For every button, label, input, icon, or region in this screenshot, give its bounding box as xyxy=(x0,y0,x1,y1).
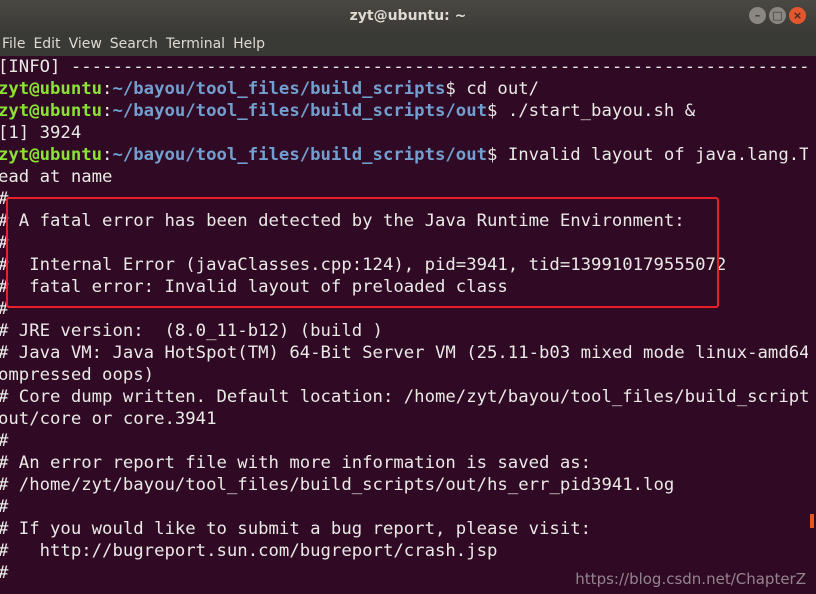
menu-search[interactable]: Search xyxy=(108,32,164,56)
output-text: # xyxy=(0,563,8,583)
terminal-line: zyt@ubuntu:~/bayou/tool_files/build_scri… xyxy=(0,144,808,166)
watermark: https://blog.csdn.net/ChapterZ xyxy=(575,570,806,588)
output-text: # An error report file with more informa… xyxy=(0,453,592,473)
output-text: # JRE version: (8.0_11-b12) (build ) xyxy=(0,321,383,341)
prompt-path: ~/bayou/tool_files/build_scripts/out xyxy=(112,101,488,121)
prompt-path: ~/bayou/tool_files/build_scripts/out xyxy=(112,145,488,165)
menu-file[interactable]: File xyxy=(0,32,31,56)
output-text: # If you would like to submit a bug repo… xyxy=(0,519,592,539)
terminal-line: # Java VM: Java HotSpot(TM) 64-Bit Serve… xyxy=(0,342,808,364)
minimize-icon[interactable]: – xyxy=(749,7,766,24)
close-icon[interactable]: × xyxy=(789,7,806,24)
output-text: # xyxy=(0,431,8,451)
window-title: zyt@ubuntu: ~ xyxy=(349,8,467,24)
error-highlight-box xyxy=(6,197,719,308)
prompt-path: ~/bayou/tool_files/build_scripts xyxy=(112,79,446,99)
terminal-line: # If you would like to submit a bug repo… xyxy=(0,518,808,540)
terminal-line: # /home/zyt/bayou/tool_files/build_scrip… xyxy=(0,474,808,496)
terminal-line: zyt@ubuntu:~/bayou/tool_files/build_scri… xyxy=(0,79,540,99)
output-text: # http://bugreport.sun.com/bugreport/cra… xyxy=(0,541,498,561)
terminal-line: # An error report file with more informa… xyxy=(0,452,808,474)
terminal-line: # xyxy=(0,496,808,518)
terminal-line: ead at name xyxy=(0,166,808,188)
menu-edit[interactable]: Edit xyxy=(31,32,66,56)
terminal-line: [1] 3924 xyxy=(0,122,808,144)
scrollbar[interactable] xyxy=(808,56,814,594)
maximize-icon[interactable]: □ xyxy=(769,7,786,24)
output-text: out/core or core.3941 xyxy=(0,409,217,429)
scroll-thumb[interactable] xyxy=(810,514,814,528)
output-text: ompressed oops) xyxy=(0,365,155,385)
output-text: [1] 3924 xyxy=(0,123,82,143)
window-controls: – □ × xyxy=(749,7,806,24)
output-text: # Core dump written. Default location: /… xyxy=(0,387,808,407)
menu-help[interactable]: Help xyxy=(231,32,271,56)
output-text: # Java VM: Java HotSpot(TM) 64-Bit Serve… xyxy=(0,343,808,363)
command-text: $ cd out/ xyxy=(445,79,540,99)
terminal-line: out/core or core.3941 xyxy=(0,408,808,430)
terminal-line: zyt@ubuntu:~/bayou/tool_files/build_scri… xyxy=(0,101,696,121)
menu-view[interactable]: View xyxy=(67,32,108,56)
prompt-user: zyt@ubuntu xyxy=(0,145,103,165)
command-text: $ Invalid layout of java.lang.Thr xyxy=(487,145,808,165)
terminal-line: # Core dump written. Default location: /… xyxy=(0,386,808,408)
terminal-line: # xyxy=(0,430,808,452)
menu-bar: File Edit View Search Terminal Help xyxy=(0,32,816,56)
terminal-line: ompressed oops) xyxy=(0,364,808,386)
window-titlebar[interactable]: zyt@ubuntu: ~ – □ × xyxy=(0,0,816,32)
prompt-user: zyt@ubuntu xyxy=(0,79,103,99)
output-text: # /home/zyt/bayou/tool_files/build_scrip… xyxy=(0,475,675,495)
terminal-line: [INFO] ---------------------------------… xyxy=(0,56,808,78)
output-text: # xyxy=(0,497,8,517)
prompt-user: zyt@ubuntu xyxy=(0,101,103,121)
terminal-output[interactable]: [INFO] ---------------------------------… xyxy=(0,56,808,594)
command-text: $ ./start_bayou.sh & xyxy=(487,101,696,121)
menu-terminal[interactable]: Terminal xyxy=(164,32,231,56)
terminal-line: # JRE version: (8.0_11-b12) (build ) xyxy=(0,320,808,342)
output-text: [INFO] ---------------------------------… xyxy=(0,57,808,77)
output-text: ead at name xyxy=(0,167,113,187)
terminal-line: # http://bugreport.sun.com/bugreport/cra… xyxy=(0,540,808,562)
